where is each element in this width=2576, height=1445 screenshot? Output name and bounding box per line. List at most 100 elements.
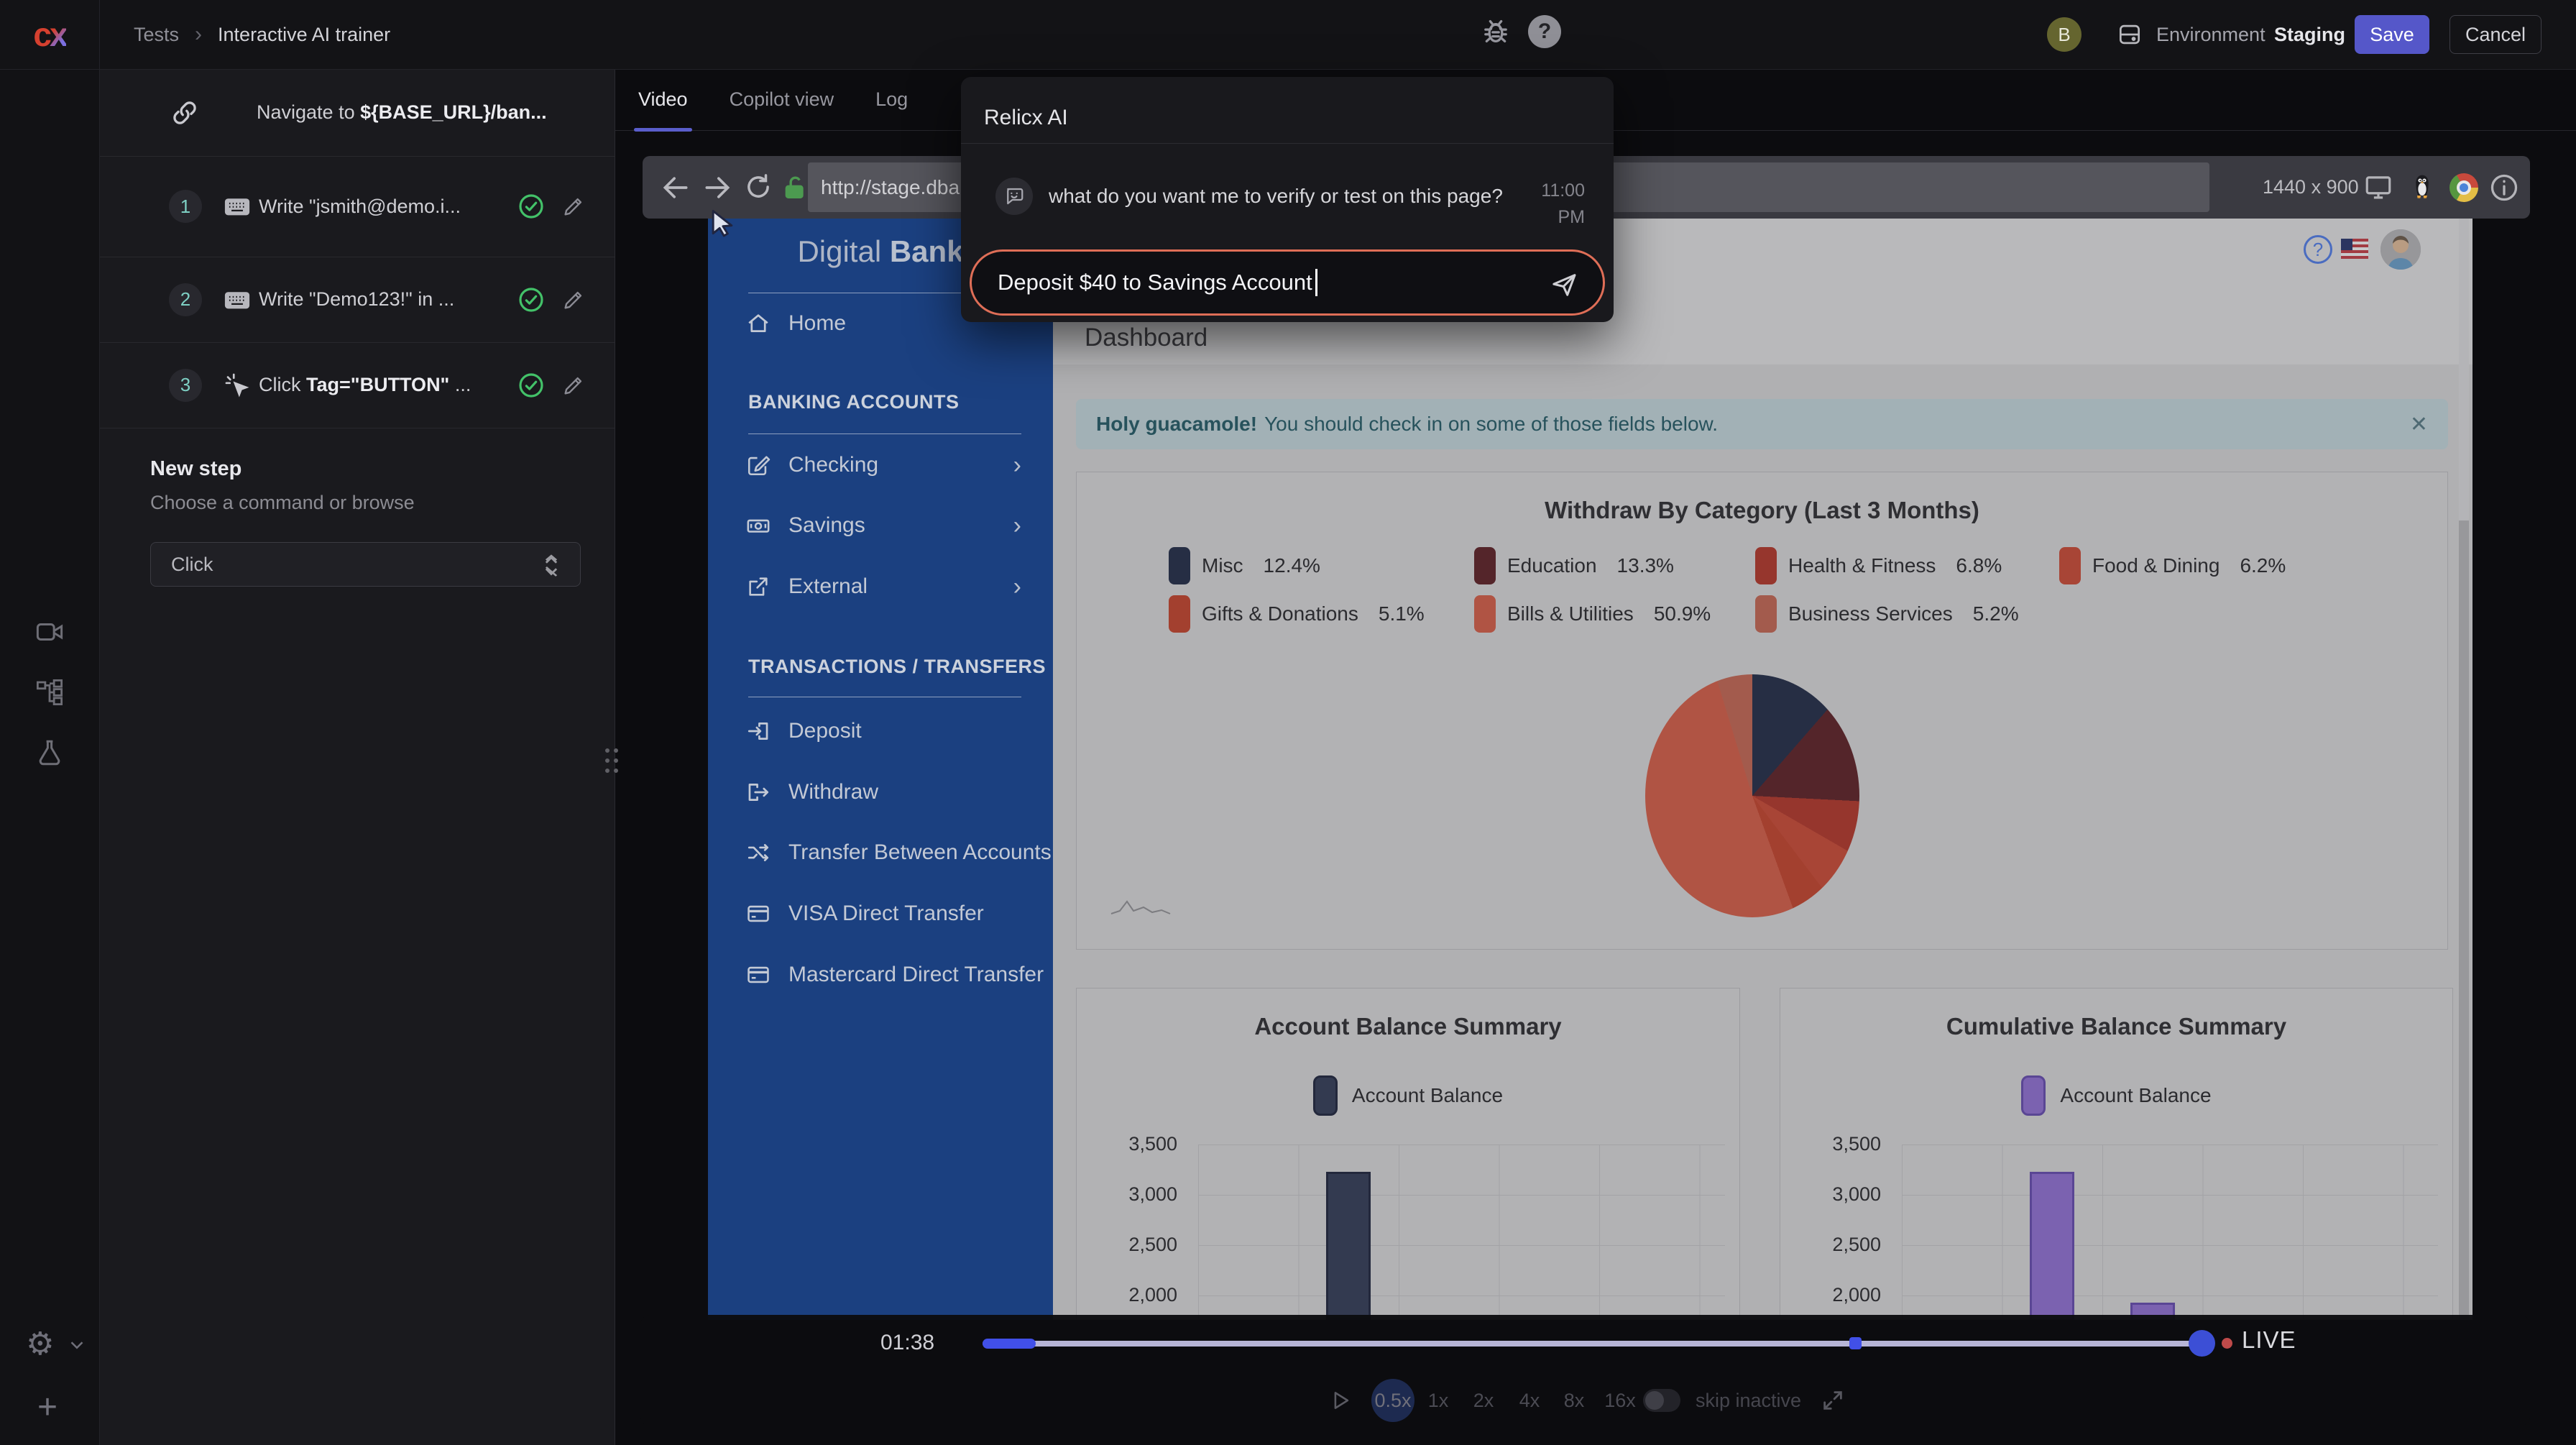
- bank-nav-transfer-between-accounts[interactable]: Transfer Between Accounts: [708, 830, 1053, 876]
- gear-icon[interactable]: ⚙: [26, 1326, 54, 1362]
- legend-value: 13.3%: [1617, 554, 1674, 577]
- bank-nav-label: Mastercard Direct Transfer: [788, 963, 1044, 987]
- forward-icon[interactable]: [702, 172, 733, 203]
- speed-2x[interactable]: 2x: [1473, 1379, 1494, 1422]
- legend-item: Business Services5.2%: [1755, 595, 2019, 633]
- seek-bar-elapsed: [983, 1339, 1036, 1349]
- step-row-3[interactable]: 3Click Tag="BUTTON" ...: [100, 342, 615, 428]
- shuffle-icon: [742, 840, 774, 865]
- tab-log[interactable]: Log: [875, 69, 908, 130]
- bank-nav-withdraw[interactable]: Withdraw: [708, 769, 1053, 815]
- top-header: cx Tests › Interactive AI trainer ? B En…: [0, 0, 2576, 70]
- us-flag-icon[interactable]: [2341, 239, 2368, 259]
- edit-step-icon[interactable]: [561, 288, 586, 312]
- y-axis-tick: 2,500: [1780, 1234, 1881, 1256]
- chart-title: Cumulative Balance Summary: [1780, 1013, 2452, 1040]
- sidebar-resize-handle[interactable]: [604, 745, 621, 779]
- playhead[interactable]: [2189, 1330, 2215, 1357]
- legend-swatch: [1755, 547, 1777, 584]
- step-success-icon[interactable]: [517, 285, 546, 314]
- step-row-2[interactable]: 2Write "Demo123!" in ...: [100, 257, 615, 343]
- legend-label: Business Services: [1788, 602, 1953, 625]
- sign-out-icon: [742, 780, 774, 804]
- legend-value: 12.4%: [1264, 554, 1320, 577]
- bank-page-title: Dashboard: [1085, 324, 1208, 352]
- legend-label: Gifts & Donations: [1202, 602, 1358, 625]
- pie-chart: [1645, 674, 1859, 917]
- external-icon: [742, 574, 774, 599]
- info-icon[interactable]: [2488, 172, 2520, 203]
- bank-nav-savings[interactable]: Savings›: [708, 503, 1053, 549]
- video-camera-icon[interactable]: [34, 617, 65, 647]
- skip-inactive-toggle[interactable]: [1643, 1389, 1680, 1412]
- logo-letter-x: x: [50, 15, 66, 54]
- cancel-button[interactable]: Cancel: [2450, 15, 2542, 54]
- plus-icon[interactable]: +: [37, 1387, 58, 1427]
- speed-8x[interactable]: 8x: [1564, 1379, 1585, 1422]
- send-icon[interactable]: [1550, 270, 1578, 299]
- user-avatar[interactable]: B: [2047, 17, 2082, 52]
- link-icon: [169, 97, 201, 129]
- speed-16x[interactable]: 16x: [1604, 1379, 1636, 1422]
- bank-nav-mastercard-direct-transfer[interactable]: Mastercard Direct Transfer: [708, 952, 1053, 998]
- flask-icon[interactable]: [34, 738, 65, 768]
- seek-bar-marker[interactable]: [1849, 1337, 1862, 1349]
- step-label: Click Tag="BUTTON" ...: [259, 374, 471, 396]
- save-button[interactable]: Save: [2355, 15, 2429, 54]
- bank-nav-label: Savings: [788, 513, 865, 538]
- session-video: Digital Bank HomeBANKING ACCOUNTSCheckin…: [708, 219, 2472, 1320]
- close-icon[interactable]: ✕: [2410, 412, 2428, 437]
- command-select[interactable]: Click: [150, 542, 581, 587]
- environment-value[interactable]: Staging: [2274, 0, 2345, 69]
- edit-step-icon[interactable]: [561, 373, 586, 398]
- tab-video[interactable]: Video: [638, 69, 688, 130]
- text-caret: [1315, 269, 1317, 296]
- bank-nav-label: Checking: [788, 453, 878, 477]
- legend-item: Education13.3%: [1474, 547, 1674, 584]
- step-number: 1: [169, 190, 202, 223]
- chevron-down-icon[interactable]: [66, 1334, 88, 1356]
- assistant-input[interactable]: Deposit $40 to Savings Account: [970, 249, 1605, 316]
- speed-4x[interactable]: 4x: [1519, 1379, 1540, 1422]
- bank-nav-visa-direct-transfer[interactable]: VISA Direct Transfer: [708, 891, 1053, 937]
- bank-nav-external[interactable]: External›: [708, 564, 1053, 610]
- tab-copilot-view[interactable]: Copilot view: [730, 69, 834, 130]
- legend-value: 50.9%: [1654, 602, 1711, 625]
- bug-icon[interactable]: [1479, 14, 1512, 47]
- step-success-icon[interactable]: [517, 371, 546, 400]
- chart-legend: Account Balance: [1780, 1075, 2452, 1116]
- play-icon[interactable]: [1328, 1388, 1353, 1413]
- bank-nav-checking[interactable]: Checking›: [708, 442, 1053, 488]
- step-row-1[interactable]: 1Write "jsmith@demo.i...: [100, 156, 615, 257]
- bank-nav-section: BANKING ACCOUNTS: [748, 391, 960, 413]
- step-navigate[interactable]: Navigate to ${BASE_URL}/ban...: [100, 69, 615, 157]
- legend-item: Food & Dining6.2%: [2059, 547, 2286, 584]
- speed-0.5x[interactable]: 0.5x: [1371, 1379, 1414, 1422]
- page-scrollbar[interactable]: [2459, 219, 2469, 1320]
- y-axis-tick: 2,500: [1077, 1234, 1177, 1256]
- legend-label: Bills & Utilities: [1507, 602, 1634, 625]
- seek-bar[interactable]: [983, 1341, 2202, 1347]
- fullscreen-icon[interactable]: [1821, 1388, 1845, 1413]
- back-icon[interactable]: [660, 172, 691, 203]
- y-axis-tick: 3,500: [1780, 1133, 1881, 1155]
- step-label: Write "Demo123!" in ...: [259, 288, 454, 311]
- bank-nav-deposit[interactable]: Deposit: [708, 708, 1053, 754]
- edit-step-icon[interactable]: [561, 194, 586, 219]
- bank-nav-label: External: [788, 574, 868, 599]
- bank-user-avatar[interactable]: [2380, 229, 2421, 270]
- cursor-click-icon: [224, 372, 251, 399]
- step-success-icon[interactable]: [517, 192, 546, 221]
- playback-time: 01:38: [880, 1331, 934, 1355]
- breadcrumb-tests[interactable]: Tests: [134, 24, 179, 46]
- app-root: cx Tests › Interactive AI trainer ? B En…: [0, 0, 2576, 1445]
- speed-1x[interactable]: 1x: [1428, 1379, 1449, 1422]
- credit-card-icon: [742, 902, 774, 926]
- help-icon[interactable]: ?: [1528, 15, 1561, 48]
- bank-help-icon[interactable]: ?: [2304, 235, 2332, 264]
- monitor-icon[interactable]: [2363, 172, 2393, 202]
- flow-icon[interactable]: [34, 677, 65, 707]
- reload-icon[interactable]: [743, 172, 773, 202]
- legend-value: 6.2%: [2240, 554, 2286, 577]
- app-logo[interactable]: cx: [0, 0, 100, 69]
